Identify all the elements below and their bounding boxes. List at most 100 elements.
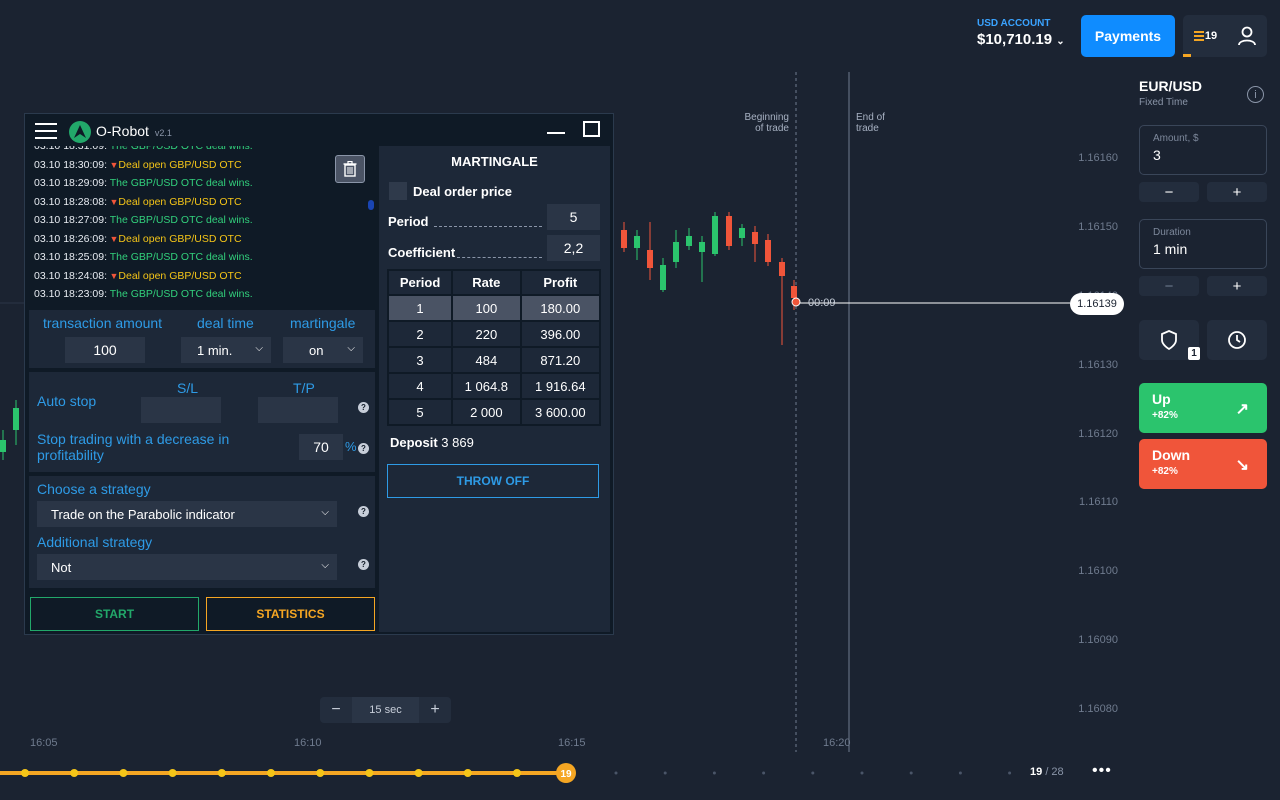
start-button[interactable]: START <box>30 597 199 631</box>
chevron-down-icon: ⌵ <box>347 343 355 354</box>
timeline-point-future <box>762 771 766 775</box>
price-tick-label: 1.16090 <box>1078 634 1118 646</box>
table-row: 2 220 396.00 <box>386 320 602 348</box>
stop-trading-input[interactable]: 70 <box>299 434 343 460</box>
table-cell: 5 <box>386 398 454 426</box>
timeline-current-label: 19 <box>560 769 572 780</box>
candle-body <box>699 242 705 252</box>
rank-button[interactable]: 19 <box>1183 15 1227 57</box>
deal-order-price-checkbox[interactable] <box>389 182 407 200</box>
amount-minus-button[interactable]: − <box>1139 182 1199 202</box>
pending-trades-button[interactable] <box>1207 320 1267 360</box>
duration-field[interactable]: Duration 1 min <box>1139 219 1267 269</box>
time-tick-label: 16:20 <box>823 737 851 749</box>
help-icon[interactable]: ? <box>358 559 369 570</box>
timeline-point <box>267 769 275 777</box>
deal-log[interactable]: 03.10 18:31:09: The GBP/USD OTC deal win… <box>29 146 373 306</box>
coefficient-input[interactable]: 2,2 <box>547 235 600 261</box>
auto-stop-label: Auto stop <box>37 393 97 409</box>
timeline-point-future <box>909 771 913 775</box>
beginning-of-trade-label: Beginning of trade <box>744 112 789 134</box>
asset-pair[interactable]: EUR/USD <box>1139 78 1202 94</box>
candle-body <box>739 228 745 238</box>
account-selector[interactable]: USD ACCOUNT $10,710.19 ⌄ <box>977 18 1065 48</box>
log-entry: 03.10 18:27:09: The GBP/USD OTC deal win… <box>34 214 253 226</box>
stop-loss-input[interactable] <box>141 397 221 423</box>
table-header: Profit <box>519 269 602 296</box>
martingale-select[interactable]: on ⌵ <box>283 337 363 363</box>
martingale-label: martingale <box>290 315 356 331</box>
timeline-point <box>365 769 374 777</box>
duration-minus-button[interactable]: − <box>1139 276 1199 296</box>
price-tick-label: 1.16120 <box>1078 428 1118 440</box>
robot-titlebar[interactable]: O-Robot v2.1 <box>25 114 613 146</box>
additional-strategy-select[interactable]: Not ⌵ <box>37 554 337 580</box>
shield-icon <box>1161 330 1177 350</box>
transaction-amount-input[interactable]: 100 <box>65 337 145 363</box>
arrow-up-right-icon: ↗ <box>1235 401 1249 418</box>
chevron-down-icon: ⌵ <box>321 507 329 518</box>
statistics-button[interactable]: STATISTICS <box>206 597 375 631</box>
take-profit-input[interactable] <box>258 397 338 423</box>
period-leader <box>434 226 542 227</box>
timeline-point-future <box>811 771 815 775</box>
period-label: Period <box>388 214 429 229</box>
down-button[interactable]: Down +82% ↘ <box>1139 439 1267 489</box>
menu-icon[interactable] <box>35 123 57 139</box>
zoom-out-button[interactable]: − <box>320 701 352 719</box>
up-button[interactable]: Up +82% ↗ <box>1139 383 1267 433</box>
throw-off-button[interactable]: THROW OFF <box>387 464 599 498</box>
price-tick-label: 1.16110 <box>1079 496 1118 508</box>
transaction-amount-label: transaction amount <box>43 315 163 331</box>
down-triangle-icon: ▼ <box>106 196 119 207</box>
candle-body <box>647 250 653 268</box>
amount-value[interactable]: 3 <box>1153 147 1253 163</box>
profile-button[interactable] <box>1227 15 1267 57</box>
account-balance: $10,710.19 <box>977 31 1053 48</box>
timeline-point-future <box>712 771 716 775</box>
more-options-icon[interactable]: ••• <box>1092 762 1112 780</box>
zoom-in-button[interactable]: + <box>419 701 451 719</box>
history-timeline[interactable]: 19 <box>0 760 1120 786</box>
duration-value[interactable]: 1 min <box>1153 241 1253 257</box>
timeline-point-future <box>1008 771 1012 775</box>
log-entry: 03.10 18:23:09: The GBP/USD OTC deal win… <box>34 288 253 300</box>
robot-name: O-Robot <box>96 123 149 139</box>
minimize-icon[interactable] <box>547 132 565 134</box>
amount-field[interactable]: Amount, $ 3 <box>1139 125 1267 175</box>
strategy-select[interactable]: Trade on the Parabolic indicator ⌵ <box>37 501 337 527</box>
period-input[interactable]: 5 <box>547 204 600 230</box>
table-row: 52 000 3 600.00 <box>386 398 602 426</box>
duration-plus-button[interactable]: + <box>1207 276 1267 296</box>
strategy-value: Trade on the Parabolic indicator <box>51 506 235 522</box>
deal-order-price-label: Deal order price <box>413 184 512 199</box>
info-icon[interactable]: i <box>1247 86 1264 103</box>
help-icon[interactable]: ? <box>358 443 369 454</box>
help-icon[interactable]: ? <box>358 506 369 517</box>
log-entry: 03.10 18:25:09: The GBP/USD OTC deal win… <box>34 251 253 263</box>
duration-label: Duration <box>1153 227 1191 238</box>
auto-stop-section: S/L T/P Auto stop ? Stop trading with a … <box>29 372 375 472</box>
chevron-down-icon: ⌵ <box>255 343 263 354</box>
log-entry: 03.10 18:29:09: The GBP/USD OTC deal win… <box>34 177 253 189</box>
deal-time-select[interactable]: 1 min. ⌵ <box>181 337 271 363</box>
help-icon[interactable]: ? <box>358 402 369 413</box>
trade-timer: 00:09 <box>808 297 836 309</box>
timeline-point <box>21 769 29 777</box>
maximize-icon[interactable] <box>583 121 600 137</box>
payments-button[interactable]: Payments <box>1081 15 1175 57</box>
insurance-count-badge: 1 <box>1188 347 1200 360</box>
deal-time-value: 1 min. <box>197 342 233 358</box>
log-entry: 03.10 18:30:09: ▼Deal open GBP/USD OTC <box>34 158 242 171</box>
deal-time-label: deal time <box>197 315 254 331</box>
table-row: 3 484 871.20 <box>386 346 602 374</box>
log-scrollbar[interactable] <box>368 200 374 210</box>
amount-plus-button[interactable]: + <box>1207 182 1267 202</box>
clear-log-button[interactable] <box>335 155 365 183</box>
amount-label: Amount, $ <box>1153 133 1199 144</box>
percent-label: % <box>345 439 357 454</box>
log-entry: 03.10 18:28:08: ▼Deal open GBP/USD OTC <box>34 195 242 208</box>
table-cell: 4 <box>386 372 454 400</box>
table-header: Rate <box>451 269 522 296</box>
table-row: 1 100 180.00 <box>386 294 602 322</box>
